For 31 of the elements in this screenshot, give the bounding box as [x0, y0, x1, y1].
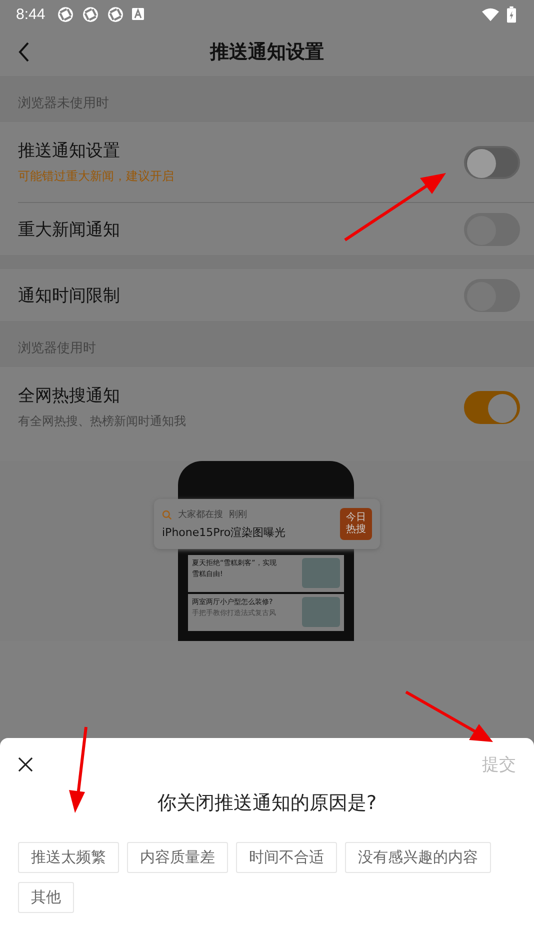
close-icon[interactable]	[18, 756, 33, 772]
reason-option[interactable]: 其他	[18, 882, 74, 913]
setting-hint: 有全网热搜、热榜新闻时通知我	[18, 413, 187, 430]
reason-option[interactable]: 没有感兴趣的内容	[345, 842, 491, 873]
setting-label: 通知时间限制	[18, 284, 121, 306]
status-time: 8:44	[16, 6, 46, 22]
notification-time: 刚刚	[229, 508, 247, 521]
page-title: 推送通知设置	[210, 40, 324, 65]
photo-placeholder	[302, 558, 340, 588]
battery-charging-icon	[507, 6, 516, 22]
hot-search-badge: 今日 热搜	[340, 508, 372, 540]
search-icon	[162, 510, 172, 520]
setting-label: 推送通知设置	[18, 140, 121, 162]
sheet-question: 你关闭推送通知的原因是?	[156, 791, 378, 816]
app-notification-icon	[57, 6, 74, 22]
photo-placeholder	[302, 597, 340, 627]
setting-label: 重大新闻通知	[18, 218, 121, 240]
wifi-icon	[482, 6, 499, 22]
setting-label: 全网热搜通知	[18, 385, 121, 407]
app-notification-icon	[82, 6, 100, 22]
toggle-switch[interactable]	[464, 390, 520, 424]
keyboard-notification-icon	[132, 8, 144, 20]
reason-option[interactable]: 内容质量差	[127, 842, 228, 873]
reason-option[interactable]: 推送太频繁	[18, 842, 119, 873]
toggle-switch[interactable]	[464, 146, 520, 178]
back-icon[interactable]	[18, 42, 30, 62]
setting-hint: 可能错过重大新闻，建议开启	[18, 168, 175, 185]
app-notification-icon	[107, 6, 124, 22]
notification-headline: iPhone15Pro渲染图曝光	[162, 525, 287, 540]
search-label: 大家都在搜	[178, 508, 223, 521]
reason-option[interactable]: 时间不合适	[236, 842, 337, 873]
